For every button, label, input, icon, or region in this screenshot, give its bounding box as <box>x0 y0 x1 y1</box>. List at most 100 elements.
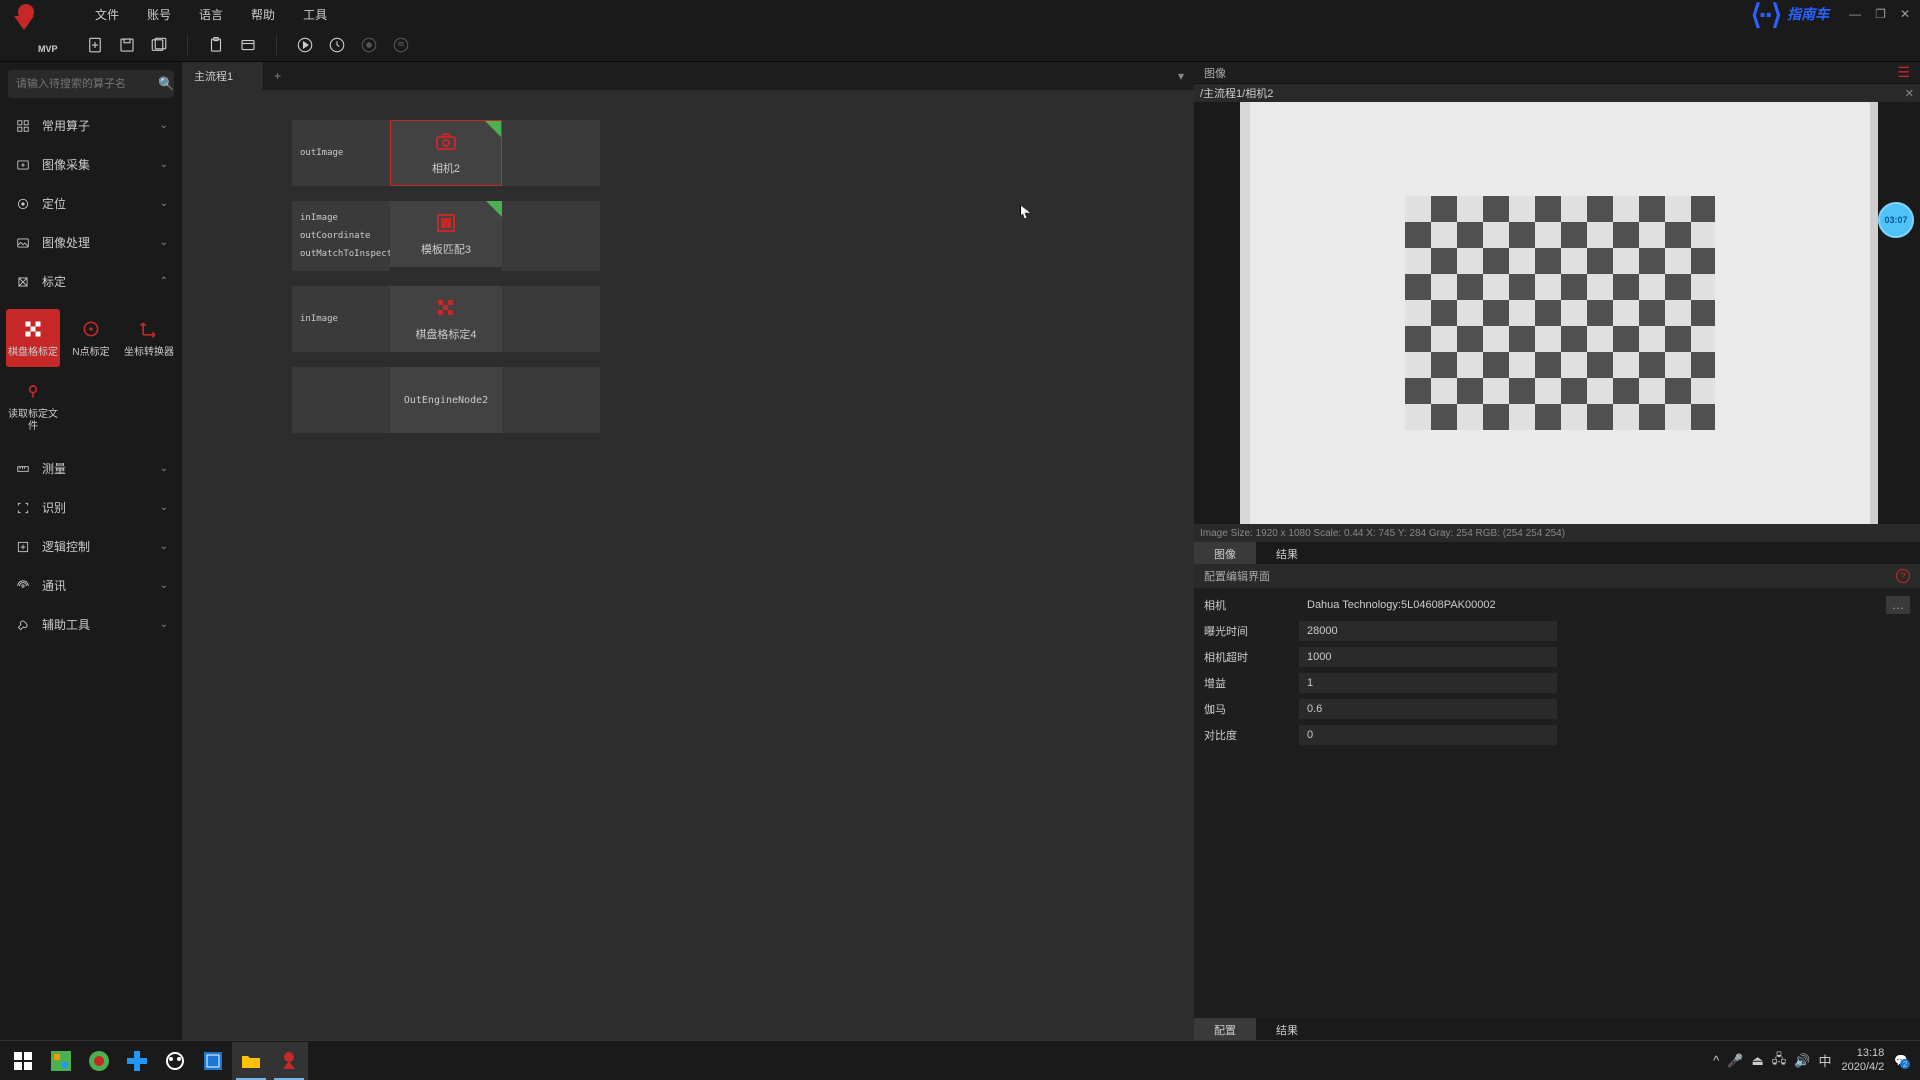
template-icon <box>434 211 458 235</box>
tab-result2[interactable]: 结果 <box>1256 1018 1318 1040</box>
exposure-input[interactable] <box>1299 621 1557 641</box>
properties-panel: 相机 Dahua Technology:5L04608PAK00002 … 曝光… <box>1194 588 1920 1018</box>
close-button[interactable]: ✕ <box>1900 7 1910 21</box>
more-button[interactable]: … <box>1886 596 1910 614</box>
tab-image[interactable]: 图像 <box>1194 542 1256 564</box>
tool-label: 棋盘格标定 <box>8 347 58 359</box>
prop-label: 曝光时间 <box>1204 623 1299 639</box>
tray-network-icon[interactable]: 🖧 <box>1772 1050 1787 1072</box>
gamma-input[interactable] <box>1299 699 1557 719</box>
save-as-icon[interactable] <box>149 35 169 55</box>
ruler-icon <box>14 462 32 476</box>
tabs-dropdown[interactable]: ▾ <box>1168 65 1194 87</box>
sidebar-cat-measure[interactable]: 测量 ⌄ <box>0 449 182 488</box>
flow-node-template[interactable]: inImage outCoordinate outMatchToInspect … <box>292 201 1084 271</box>
new-file-icon[interactable] <box>85 35 105 55</box>
search-icon[interactable]: 🔍 <box>158 76 174 92</box>
node-port[interactable]: inImage <box>300 209 382 227</box>
broadcast-icon <box>14 579 32 593</box>
help-icon[interactable]: ? <box>1896 569 1910 583</box>
tb-mvp-app[interactable] <box>270 1042 308 1080</box>
menu-language[interactable]: 语言 <box>199 6 223 23</box>
menu-help[interactable]: 帮助 <box>251 6 275 23</box>
cat-label: 识别 <box>42 499 160 516</box>
record-icon[interactable] <box>359 35 379 55</box>
flow-node-output[interactable]: OutEngineNode2 <box>292 367 1084 433</box>
time: 13:18 <box>1841 1047 1884 1060</box>
tray-up-icon[interactable]: ^ <box>1713 1053 1719 1068</box>
menu-account[interactable]: 账号 <box>147 6 171 23</box>
node-port[interactable]: outCoordinate <box>300 227 382 245</box>
sidebar-cat-common[interactable]: 常用算子 ⌄ <box>0 106 182 145</box>
tool-read-calib[interactable]: 读取标定文件 <box>6 371 60 441</box>
contrast-input[interactable] <box>1299 725 1557 745</box>
menu-file[interactable]: 文件 <box>95 6 119 23</box>
tray-mic-icon[interactable]: 🎤 <box>1727 1053 1743 1069</box>
clock[interactable]: 13:18 2020/4/2 <box>1841 1047 1884 1073</box>
brand-text: 指南车 <box>1787 4 1829 24</box>
add-tab-button[interactable]: + <box>264 65 291 87</box>
search-box[interactable]: 🔍 <box>8 70 174 98</box>
image-icon <box>14 236 32 250</box>
flow-node-checker[interactable]: inImage 棋盘格标定4 <box>292 286 1084 352</box>
tb-explorer[interactable] <box>232 1042 270 1080</box>
tray-ime[interactable]: 中 <box>1818 1051 1831 1070</box>
cat-label: 常用算子 <box>42 117 160 134</box>
loop-icon[interactable] <box>327 35 347 55</box>
flow-tab[interactable]: 主流程1 <box>182 62 264 90</box>
node-port[interactable]: outImage <box>300 144 382 162</box>
search-input[interactable] <box>16 78 158 90</box>
clipboard-icon[interactable] <box>206 35 226 55</box>
tab-result[interactable]: 结果 <box>1256 542 1318 564</box>
timeout-input[interactable] <box>1299 647 1557 667</box>
view-tabs: 图像 结果 <box>1194 542 1920 564</box>
camera-icon <box>434 130 458 154</box>
node-port[interactable]: inImage <box>300 310 382 328</box>
node-port[interactable]: outMatchToInspect <box>300 245 382 263</box>
prop-label: 相机 <box>1204 597 1299 613</box>
sidebar-cat-calibrate[interactable]: 标定 ⌃ <box>0 262 182 301</box>
tray-usb-icon[interactable]: ⏏ <box>1751 1053 1763 1069</box>
flow-node-camera[interactable]: outImage 相机2 <box>292 120 1084 186</box>
gain-input[interactable] <box>1299 673 1557 693</box>
tb-app2[interactable] <box>80 1042 118 1080</box>
tool-coord-convert[interactable]: 坐标转换器 <box>122 309 176 367</box>
tb-app3[interactable] <box>118 1042 156 1080</box>
cat-label: 图像采集 <box>42 156 160 173</box>
maximize-button[interactable]: ❐ <box>1875 7 1886 21</box>
minimize-button[interactable]: — <box>1849 7 1861 21</box>
stop-icon[interactable] <box>391 35 411 55</box>
window-controls: — ❐ ✕ <box>1849 7 1910 21</box>
sidebar-cat-comm[interactable]: 通讯 ⌄ <box>0 566 182 605</box>
menu-icon[interactable]: ☰ <box>1897 64 1910 81</box>
tool-npoint[interactable]: N点标定 <box>64 309 118 367</box>
flow-canvas[interactable]: outImage 相机2 inImage outCoordinate outMa… <box>182 90 1194 1040</box>
tb-app1[interactable] <box>42 1042 80 1080</box>
save-icon[interactable] <box>117 35 137 55</box>
notification-icon[interactable]: 💬2 <box>1894 1054 1908 1067</box>
node-label: OutEngineNode2 <box>404 395 488 406</box>
sidebar-cat-aux[interactable]: 辅助工具 ⌄ <box>0 605 182 644</box>
play-icon[interactable] <box>295 35 315 55</box>
start-button[interactable] <box>4 1042 42 1080</box>
layout-icon[interactable] <box>238 35 258 55</box>
chevron-down-icon: ⌄ <box>160 619 168 630</box>
checkerboard-image <box>1405 196 1715 430</box>
breadcrumb-text: /主流程1/相机2 <box>1200 85 1273 101</box>
sidebar-cat-locate[interactable]: 定位 ⌄ <box>0 184 182 223</box>
sidebar-cat-imageproc[interactable]: 图像处理 ⌄ <box>0 223 182 262</box>
sidebar-cat-recognize[interactable]: 识别 ⌄ <box>0 488 182 527</box>
sidebar-cat-logic[interactable]: 逻辑控制 ⌄ <box>0 527 182 566</box>
tb-app4[interactable] <box>156 1042 194 1080</box>
prop-contrast: 对比度 <box>1204 722 1910 748</box>
tb-app5[interactable] <box>194 1042 232 1080</box>
close-icon[interactable]: ✕ <box>1905 87 1914 100</box>
taskbar: ^ 🎤 ⏏ 🖧 🔊 中 13:18 2020/4/2 💬2 <box>0 1040 1920 1080</box>
menu-tools[interactable]: 工具 <box>303 6 327 23</box>
node-label: 棋盘格标定4 <box>415 326 476 342</box>
tab-config[interactable]: 配置 <box>1194 1018 1256 1040</box>
image-viewer[interactable]: 03:07 <box>1194 102 1920 524</box>
tool-checkerboard[interactable]: 棋盘格标定 <box>6 309 60 367</box>
tray-volume-icon[interactable]: 🔊 <box>1794 1053 1810 1069</box>
sidebar-cat-capture[interactable]: 图像采集 ⌄ <box>0 145 182 184</box>
